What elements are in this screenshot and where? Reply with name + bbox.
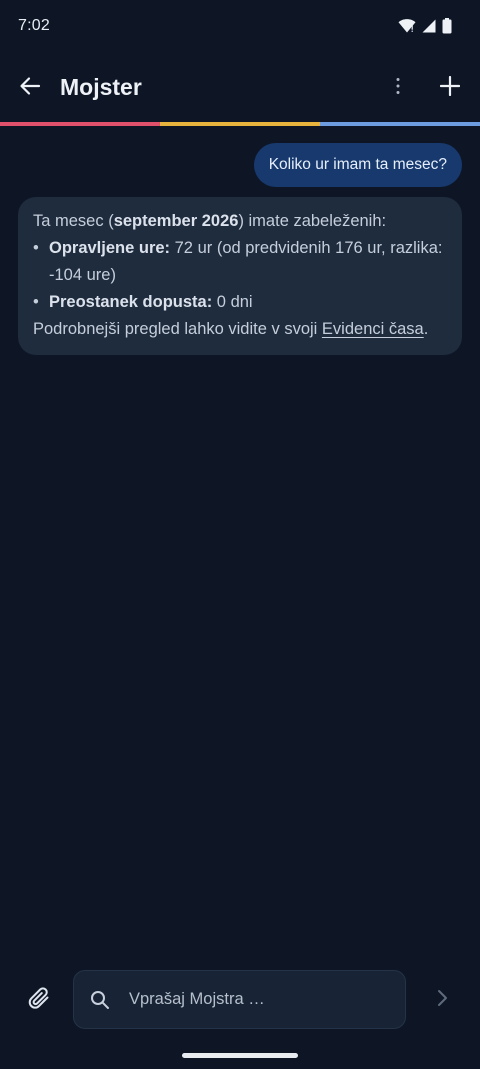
wifi-icon bbox=[398, 19, 416, 38]
message-input[interactable] bbox=[129, 971, 395, 1028]
battery-icon bbox=[442, 18, 452, 39]
user-message-text: Koliko ur imam ta mesec? bbox=[268, 156, 447, 173]
send-chevron-icon bbox=[435, 989, 449, 1012]
bullet-label: Opravljene ure: bbox=[49, 239, 171, 257]
send-button[interactable] bbox=[428, 986, 456, 1014]
brand-stripe-yellow bbox=[160, 122, 320, 126]
status-time: 7:02 bbox=[18, 17, 50, 34]
intro-prefix: Ta mesec ( bbox=[33, 212, 114, 230]
assistant-message-bubble: Ta mesec (september 2026) imate zabeleže… bbox=[18, 197, 462, 355]
intro-suffix: ) imate zabeleženih: bbox=[238, 212, 387, 230]
assistant-outro: Podrobnejši pregled lahko vidite v svoji… bbox=[33, 316, 447, 343]
brand-stripe-blue bbox=[320, 122, 480, 126]
paperclip-icon bbox=[27, 986, 53, 1017]
more-vert-icon bbox=[396, 77, 400, 100]
list-item: • Preostanek dopusta: 0 dni bbox=[33, 289, 447, 316]
back-arrow-icon bbox=[19, 75, 41, 102]
user-message-bubble: Koliko ur imam ta mesec? bbox=[253, 143, 462, 187]
intro-month: september 2026 bbox=[113, 212, 239, 230]
home-indicator[interactable] bbox=[182, 1053, 298, 1058]
app-bar: Mojster bbox=[0, 54, 480, 122]
signal-icon bbox=[422, 19, 436, 38]
bullet-dot: • bbox=[33, 293, 39, 311]
chat-screen: 7:02 Mojster Koliko ur imam ta mesec? Ta… bbox=[0, 0, 480, 1069]
attach-button[interactable] bbox=[24, 985, 56, 1017]
status-bar: 7:02 bbox=[0, 0, 480, 54]
list-item: • Opravljene ure: 72 ur (od predvidenih … bbox=[33, 235, 447, 289]
bullet-label: Preostanek dopusta: bbox=[49, 293, 213, 311]
back-button[interactable] bbox=[14, 72, 46, 104]
message-input-box[interactable] bbox=[73, 970, 406, 1029]
page-title: Mojster bbox=[60, 74, 142, 100]
search-icon bbox=[90, 990, 110, 1010]
plus-icon bbox=[439, 75, 461, 101]
assistant-intro: Ta mesec (september 2026) imate zabeleže… bbox=[33, 208, 447, 235]
new-chat-button[interactable] bbox=[434, 72, 466, 104]
outro-suffix: . bbox=[423, 320, 429, 338]
brand-stripe bbox=[0, 122, 480, 126]
brand-stripe-red bbox=[0, 122, 160, 126]
status-icons bbox=[398, 18, 452, 39]
bullet-value: 0 dni bbox=[212, 293, 253, 311]
more-options-button[interactable] bbox=[386, 72, 410, 104]
time-records-link[interactable]: Evidenci časa bbox=[322, 320, 424, 338]
outro-prefix: Podrobnejši pregled lahko vidite v svoji bbox=[33, 320, 322, 338]
bullet-dot: • bbox=[33, 239, 39, 257]
